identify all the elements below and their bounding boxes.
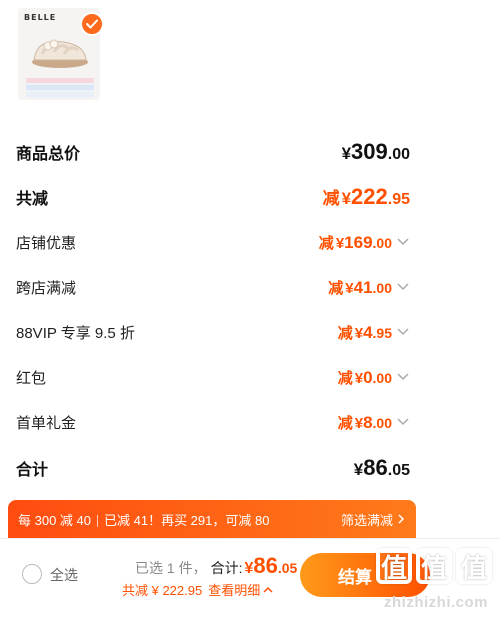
chevron-right-icon <box>398 514 405 524</box>
watermark: 值 值 值 zhizhizhi.com <box>376 548 494 611</box>
row-value: 减 ¥ 169 .00 <box>319 232 410 253</box>
row-value: 减 ¥ 222 .95 <box>322 184 410 209</box>
row-total: 合计 ¥ 86 .05 <box>16 452 410 484</box>
row-vip-discount[interactable]: 88VIP 专享 9.5 折 减 ¥ 4 .95 <box>16 316 410 348</box>
checkmark-icon <box>86 19 98 29</box>
chevron-down-icon <box>397 373 409 381</box>
discount-total: 共减 ¥ 222.95 <box>122 583 203 598</box>
chevron-down-icon <box>397 283 409 291</box>
row-label: 首单礼金 <box>16 414 77 432</box>
row-label: 合计 <box>16 462 49 479</box>
row-total-discount: 共减 减 ¥ 222 .95 <box>16 181 410 213</box>
selected-count: 已选 1 件， <box>135 560 207 576</box>
row-red-packet[interactable]: 红包 减 ¥ 0 .00 <box>16 361 410 393</box>
sandal-image <box>32 39 88 68</box>
watermark-site: zhizhizhi.com <box>384 594 488 611</box>
discount-summary[interactable]: 共减 ¥ 222.95 查看明细 <box>122 580 273 599</box>
row-label: 店铺优惠 <box>16 234 77 252</box>
size-chart-image <box>26 78 94 98</box>
total-label: 合计: <box>210 560 243 576</box>
row-value: 减 ¥ 41 .00 <box>328 277 410 298</box>
chevron-down-icon <box>397 418 409 426</box>
row-cross-store-discount[interactable]: 跨店满减 减 ¥ 41 .00 <box>16 271 410 303</box>
promo-divider <box>97 515 98 528</box>
row-value: 减 ¥ 0 .00 <box>338 367 410 388</box>
row-value: ¥ 86 .05 <box>353 455 410 480</box>
row-label: 商品总价 <box>16 146 81 163</box>
total-price: ¥ 86 .05 <box>244 553 298 578</box>
promo-text: 每 300 减 40 已减 41！再买 291，可减 80 <box>18 512 270 528</box>
selected-checkbox[interactable] <box>80 12 104 36</box>
watermark-char: 值 <box>456 548 492 584</box>
watermark-char: 值 <box>416 548 452 584</box>
row-first-order-gift[interactable]: 首单礼金 减 ¥ 8 .00 <box>16 406 410 438</box>
order-summary: 已选 1 件， 合计: ¥ 86 .05 <box>135 553 297 579</box>
row-store-discount[interactable]: 店铺优惠 减 ¥ 169 .00 <box>16 226 410 258</box>
view-details-link[interactable]: 查看明细 <box>208 580 260 599</box>
chevron-down-icon <box>397 328 409 336</box>
row-label: 红包 <box>16 369 47 387</box>
row-value: 减 ¥ 8 .00 <box>338 412 410 433</box>
row-value: 减 ¥ 4 .95 <box>338 322 410 343</box>
row-label: 跨店满减 <box>16 279 77 297</box>
watermark-char: 值 <box>376 548 412 584</box>
select-all-label[interactable]: 全选 <box>50 565 78 585</box>
row-label: 88VIP 专享 9.5 折 <box>16 324 135 342</box>
row-subtotal: 商品总价 ¥ 309 .00 <box>16 136 410 168</box>
select-all-radio[interactable] <box>22 564 42 584</box>
row-label: 共减 <box>16 191 49 208</box>
row-value: ¥ 309 .00 <box>341 139 410 164</box>
chevron-up-icon <box>263 586 273 593</box>
brand-logo: BELLE <box>24 13 57 22</box>
filter-discount-link[interactable]: 筛选满减 <box>341 510 406 529</box>
chevron-down-icon <box>397 238 409 246</box>
promo-bar: 每 300 减 40 已减 41！再买 291，可减 80 筛选满减 <box>8 500 416 538</box>
